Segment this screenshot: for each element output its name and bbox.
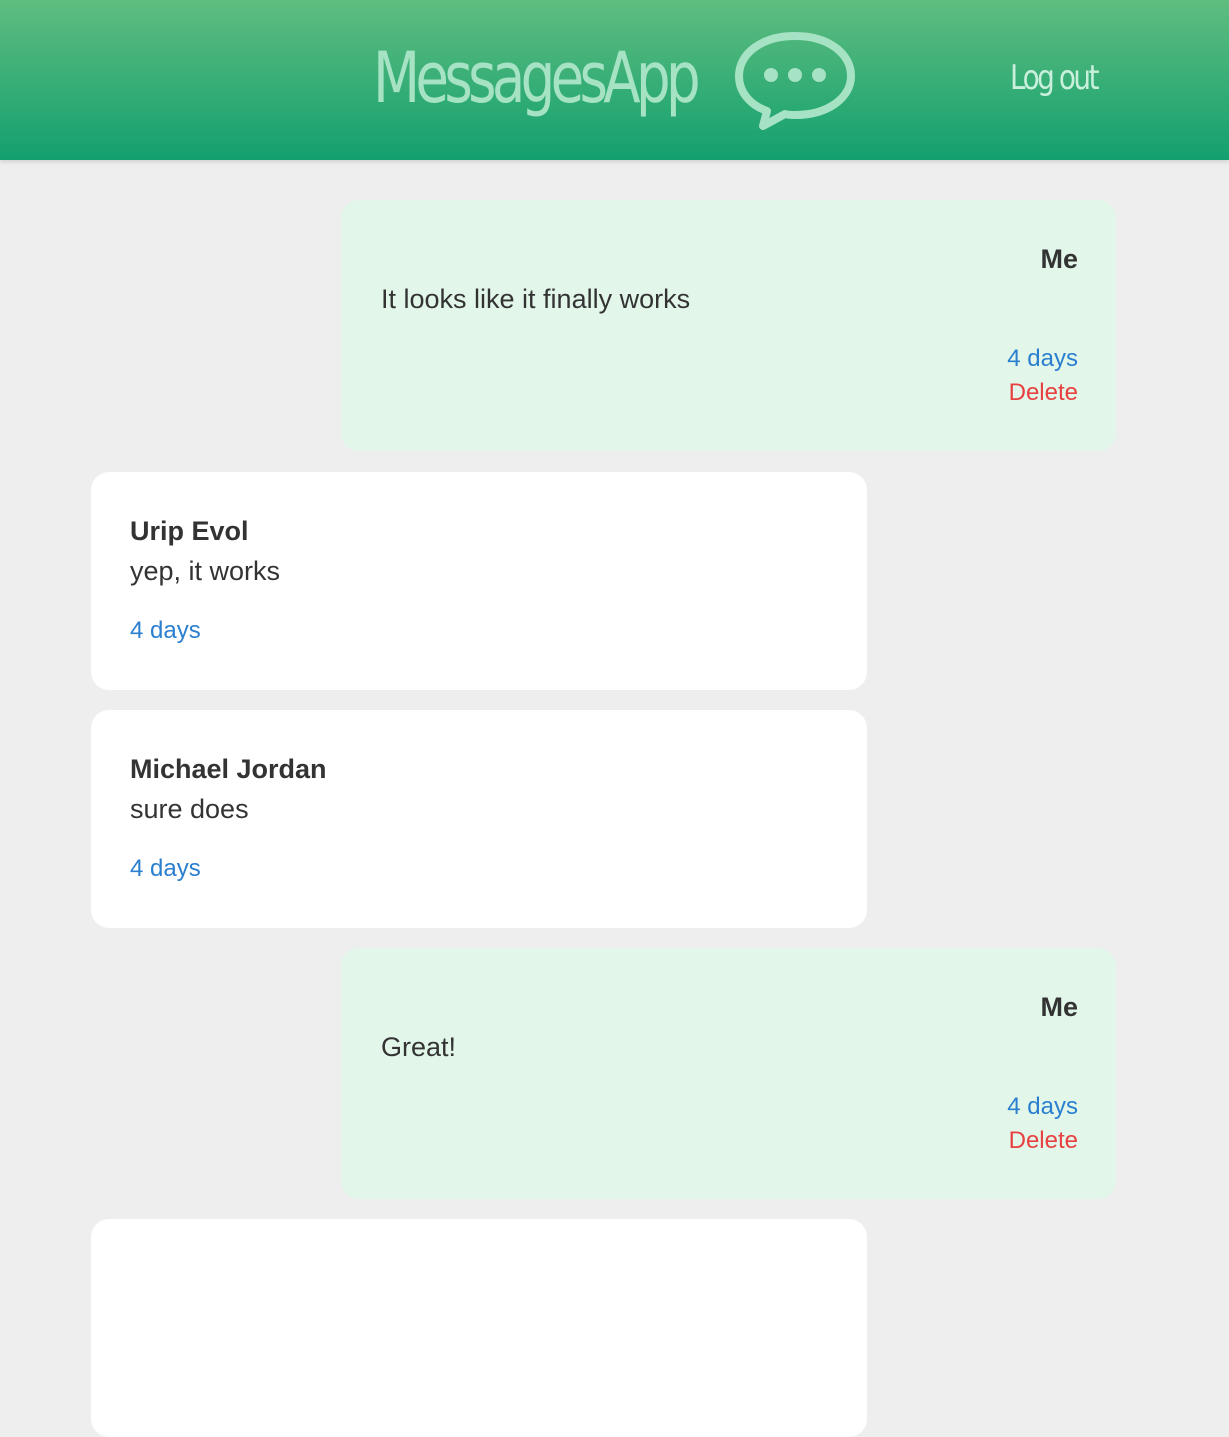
message-text: yep, it works — [130, 556, 281, 586]
app-title: MessagesApp — [373, 37, 701, 119]
message-sender: Me — [1040, 244, 1078, 274]
message-card-other: Urip Evol yep, it works 4 days — [91, 472, 867, 690]
brand[interactable]: MessagesApp — [373, 28, 855, 130]
message-card-own: Me Great! 4 days Delete — [341, 948, 1116, 1199]
logout-link[interactable]: Log out — [1010, 58, 1100, 98]
delete-message-link[interactable]: Delete — [1009, 1127, 1078, 1155]
message-card-other: Michael Jordan sure does 4 days — [91, 710, 867, 928]
message-time-link[interactable]: 4 days — [130, 855, 201, 883]
message-time-link[interactable]: 4 days — [1007, 1093, 1078, 1121]
message-sender: Urip Evol — [130, 516, 249, 546]
delete-message-link[interactable]: Delete — [1009, 379, 1078, 407]
message-text: sure does — [130, 794, 249, 824]
message-card-other-partial — [91, 1219, 867, 1437]
message-time-link[interactable]: 4 days — [1007, 345, 1078, 373]
message-text: It looks like it finally works — [381, 284, 691, 314]
app-header: MessagesApp Log out — [0, 0, 1229, 160]
speech-bubble-icon — [735, 32, 855, 130]
message-sender: Michael Jordan — [130, 754, 327, 784]
message-card-own: Me It looks like it finally works 4 days… — [341, 200, 1116, 451]
message-time-link[interactable]: 4 days — [130, 617, 201, 645]
message-sender: Me — [1040, 992, 1078, 1022]
message-text: Great! — [381, 1032, 457, 1062]
